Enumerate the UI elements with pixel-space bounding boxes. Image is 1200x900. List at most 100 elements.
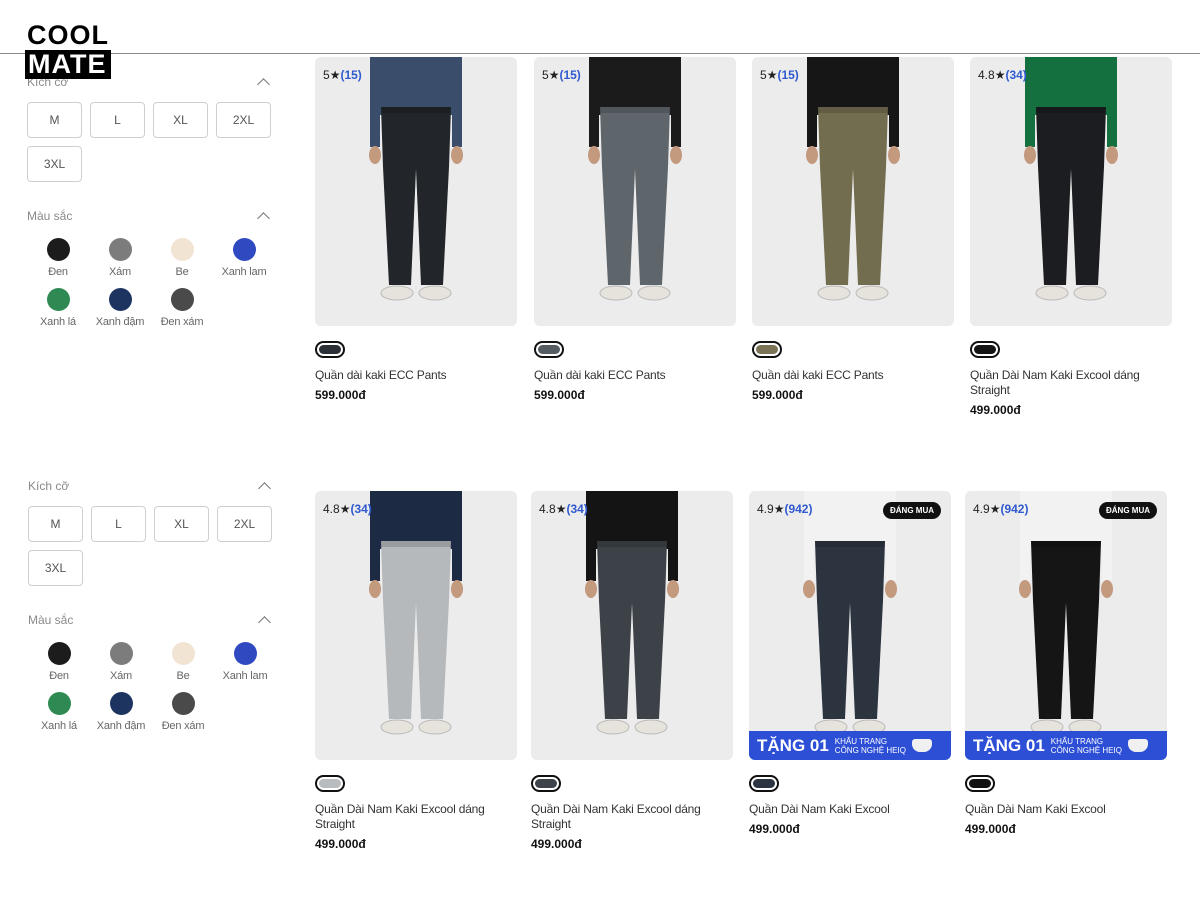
product-card[interactable]: 5★(15) Quần dài kaki ECC Pants 599.000đ	[752, 57, 954, 402]
color-option[interactable]: Be	[151, 238, 213, 278]
product-card[interactable]: 4.8★(34) Quần Dài Nam Kaki Excool dáng St…	[315, 491, 517, 851]
product-card[interactable]: 4.9★(942) ĐÁNG MUA TẶNG 01 KHẨU TRANG CÔNG N…	[965, 491, 1167, 836]
color-variant-chip[interactable]	[315, 775, 345, 792]
rating-value: 5	[323, 68, 330, 82]
color-swatch[interactable]	[108, 238, 132, 261]
product-card[interactable]: 5★(15) Quần dài kaki ECC Pants 599.000đ	[534, 57, 736, 402]
color-option[interactable]: Đen	[28, 642, 90, 682]
color-swatch[interactable]	[232, 238, 256, 261]
product-card[interactable]: 5★(15) Quần dài kaki ECC Pants 599.000đ	[315, 57, 517, 402]
product-image[interactable]: 4.9★(942) ĐÁNG MUA TẶNG 01 KHẨU TRANG CÔNG N…	[965, 491, 1167, 760]
color-swatch[interactable]	[233, 642, 257, 665]
color-swatch[interactable]	[171, 692, 195, 715]
product-image[interactable]: 5★(15)	[752, 57, 954, 326]
product-card[interactable]: 4.8★(34) Quần Dài Nam Kaki Excool dáng St…	[970, 57, 1172, 417]
product-price: 599.000đ	[534, 388, 585, 402]
star-icon: ★	[766, 68, 778, 82]
review-count[interactable]: (34)	[566, 502, 587, 516]
color-swatch[interactable]	[109, 642, 133, 665]
chevron-up-icon[interactable]	[258, 482, 271, 495]
product-image[interactable]: 4.8★(34)	[531, 491, 733, 760]
product-image[interactable]: 4.8★(34)	[315, 491, 517, 760]
size-option-xl[interactable]: XL	[153, 102, 208, 138]
promo-title: TẶNG 01	[757, 735, 829, 755]
review-count[interactable]: (942)	[784, 502, 812, 516]
color-variant-chip[interactable]	[965, 775, 995, 792]
color-option[interactable]: Xanh đậm	[90, 692, 152, 732]
color-option[interactable]: Đen	[27, 238, 89, 278]
star-icon: ★	[773, 502, 785, 516]
size-option-m[interactable]: M	[27, 102, 82, 138]
size-filter-header[interactable]: Kích cỡ	[28, 478, 273, 495]
product-card[interactable]: 4.9★(942) ĐÁNG MUA TẶNG 01 KHẨU TRANG CÔNG N…	[749, 491, 951, 836]
color-swatch[interactable]	[47, 692, 71, 715]
color-option[interactable]: Xanh lá	[28, 692, 90, 732]
color-option[interactable]: Xanh lam	[214, 642, 276, 682]
size-option-xl[interactable]: XL	[154, 506, 209, 542]
color-variant-chip[interactable]	[315, 341, 345, 358]
size-option-2xl[interactable]: 2XL	[216, 102, 271, 138]
color-variant-chip[interactable]	[752, 341, 782, 358]
review-count[interactable]: (34)	[1005, 68, 1026, 82]
product-name[interactable]: Quần Dài Nam Kaki Excool dáng Straight	[315, 802, 517, 832]
color-option[interactable]: Đen xám	[151, 288, 213, 328]
product-photo	[970, 57, 1172, 326]
review-count[interactable]: (15)	[340, 68, 361, 82]
color-option[interactable]: Đen xám	[152, 692, 214, 732]
product-price: 599.000đ	[752, 388, 803, 402]
color-swatch[interactable]	[171, 642, 195, 665]
product-image[interactable]: 4.8★(34)	[970, 57, 1172, 326]
color-filter-title: Màu sắc	[27, 209, 73, 223]
chevron-up-icon[interactable]	[258, 616, 271, 629]
product-price: 499.000đ	[965, 822, 1016, 836]
product-image[interactable]: 4.9★(942) ĐÁNG MUA TẶNG 01 KHẨU TRANG CÔNG N…	[749, 491, 951, 760]
color-option[interactable]: Xanh lam	[213, 238, 275, 278]
product-name[interactable]: Quần dài kaki ECC Pants	[752, 368, 954, 383]
review-count[interactable]: (15)	[777, 68, 798, 82]
color-variant-chip[interactable]	[970, 341, 1000, 358]
product-name[interactable]: Quần Dài Nam Kaki Excool dáng Straight	[531, 802, 733, 832]
chevron-up-icon[interactable]	[257, 78, 270, 91]
color-swatch[interactable]	[108, 288, 132, 311]
color-option[interactable]: Be	[152, 642, 214, 682]
color-option[interactable]: Xám	[89, 238, 151, 278]
color-option[interactable]: Xanh đậm	[89, 288, 151, 328]
color-swatch[interactable]	[109, 692, 133, 715]
product-name[interactable]: Quần dài kaki ECC Pants	[315, 368, 517, 383]
color-filter-header[interactable]: Màu sắc	[28, 612, 273, 629]
product-card[interactable]: 4.8★(34) Quần Dài Nam Kaki Excool dáng St…	[531, 491, 733, 851]
coolmate-logo[interactable]: COOL MATE	[25, 22, 111, 79]
size-option-l[interactable]: L	[91, 506, 146, 542]
product-price: 599.000đ	[315, 388, 366, 402]
size-option-3xl[interactable]: 3XL	[28, 550, 83, 586]
size-option-m[interactable]: M	[28, 506, 83, 542]
color-variant-chip[interactable]	[531, 775, 561, 792]
product-name[interactable]: Quần Dài Nam Kaki Excool dáng Straight	[970, 368, 1172, 398]
product-name[interactable]: Quần Dài Nam Kaki Excool	[965, 802, 1167, 817]
review-count[interactable]: (15)	[559, 68, 580, 82]
promo-line-2: CÔNG NGHỆ HEIQ	[1050, 745, 1122, 755]
color-swatch[interactable]	[46, 238, 70, 261]
review-count[interactable]: (942)	[1000, 502, 1028, 516]
color-swatch[interactable]	[170, 238, 194, 261]
color-variant-chip[interactable]	[749, 775, 779, 792]
product-image[interactable]: 5★(15)	[534, 57, 736, 326]
color-option[interactable]: Xanh lá	[27, 288, 89, 328]
product-image[interactable]: 5★(15)	[315, 57, 517, 326]
color-swatch[interactable]	[170, 288, 194, 311]
size-option-2xl[interactable]: 2XL	[217, 506, 272, 542]
color-label: Xám	[108, 266, 132, 278]
color-swatch[interactable]	[46, 288, 70, 311]
color-swatch[interactable]	[47, 642, 71, 665]
size-option-3xl[interactable]: 3XL	[27, 146, 82, 182]
product-name[interactable]: Quần dài kaki ECC Pants	[534, 368, 736, 383]
product-name[interactable]: Quần Dài Nam Kaki Excool	[749, 802, 951, 817]
color-variant-chip[interactable]	[534, 341, 564, 358]
color-filter-header[interactable]: Màu sắc	[27, 208, 272, 225]
chevron-up-icon[interactable]	[257, 212, 270, 225]
color-option[interactable]: Xám	[90, 642, 152, 682]
logo-line-2: MATE	[25, 50, 111, 79]
size-filter-title: Kích cỡ	[28, 479, 70, 493]
size-option-l[interactable]: L	[90, 102, 145, 138]
review-count[interactable]: (34)	[350, 502, 371, 516]
